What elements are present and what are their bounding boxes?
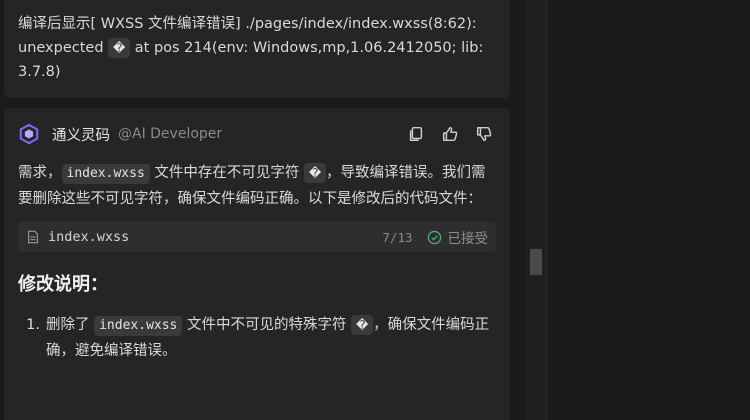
- file-name: index.wxss: [48, 229, 130, 245]
- user-message-line2-prefix: unexpected: [18, 40, 109, 56]
- list-part1: 删除了: [46, 317, 95, 333]
- thumbs-up-icon[interactable]: [440, 124, 460, 144]
- user-message-text: 编译后显示[ WXSS 文件编译错误] ./pages/index/index.…: [18, 12, 496, 84]
- accepted-status: 已接受: [427, 227, 489, 247]
- file-icon: [28, 230, 38, 244]
- assistant-header: 通义灵码 @AI Developer: [18, 122, 496, 146]
- scrollbar-thumb[interactable]: [530, 249, 542, 275]
- list-part2: 文件中不可见的特殊字符: [182, 317, 352, 333]
- user-message-line2-suffix: at pos 214(env: Windows,mp,1.06.2412050;…: [130, 40, 484, 56]
- thumbs-down-icon[interactable]: [474, 124, 494, 144]
- editor-area: [547, 0, 750, 420]
- assistant-reply-text: 需求， index.wxss 文件中存在不可见字符 � ，导致编译错误。我们需要删除…: [18, 160, 496, 212]
- accepted-label: 已接受: [447, 231, 489, 247]
- copy-icon[interactable]: [406, 124, 426, 144]
- change-list: 1. 删除了 index.wxss 文件中不可见的特殊字符 � ，确保文件编码正确…: [18, 312, 496, 364]
- assistant-name: 通义灵码: [52, 127, 110, 144]
- check-circle-icon: [427, 230, 441, 244]
- inline-code-filename: index.wxss: [61, 164, 150, 184]
- file-count: 7/13: [382, 229, 413, 245]
- list-item: 1. 删除了 index.wxss 文件中不可见的特殊字符 � ，确保文件编码正确…: [18, 312, 496, 364]
- invisible-char-glyph: �: [304, 163, 326, 183]
- user-message-line1: 编译后显示[ WXSS 文件编译错误] ./pages/index/index.…: [18, 16, 477, 32]
- invisible-char-glyph: �: [351, 315, 374, 335]
- inline-code-filename: index.wxss: [94, 316, 183, 336]
- file-card[interactable]: index.wxss 7/13 已接受: [18, 222, 496, 252]
- reply-part2: 文件中存在不可见字符: [149, 165, 304, 181]
- tongyi-logo-icon: [19, 123, 39, 145]
- assistant-handle: @AI Developer: [118, 126, 223, 142]
- user-message-card: 编译后显示[ WXSS 文件编译错误] ./pages/index/index.…: [4, 0, 510, 98]
- list-number: 1.: [26, 317, 40, 333]
- reply-part1: 需求，: [18, 165, 62, 181]
- message-actions: [406, 124, 494, 144]
- section-title: 修改说明：: [18, 274, 108, 295]
- list-item-text: 删除了 index.wxss 文件中不可见的特殊字符 � ，确保文件编码正确，避免…: [46, 312, 496, 364]
- invisible-char-glyph: �: [108, 38, 131, 58]
- chat-panel: 编译后显示[ WXSS 文件编译错误] ./pages/index/index.…: [0, 0, 526, 420]
- user-message-line3: 3.7.8): [18, 64, 61, 80]
- assistant-message-card: 通义灵码 @AI Developer 需求， index.wxss 文件中存在不可…: [4, 108, 510, 420]
- scrollbar-track[interactable]: [526, 0, 546, 420]
